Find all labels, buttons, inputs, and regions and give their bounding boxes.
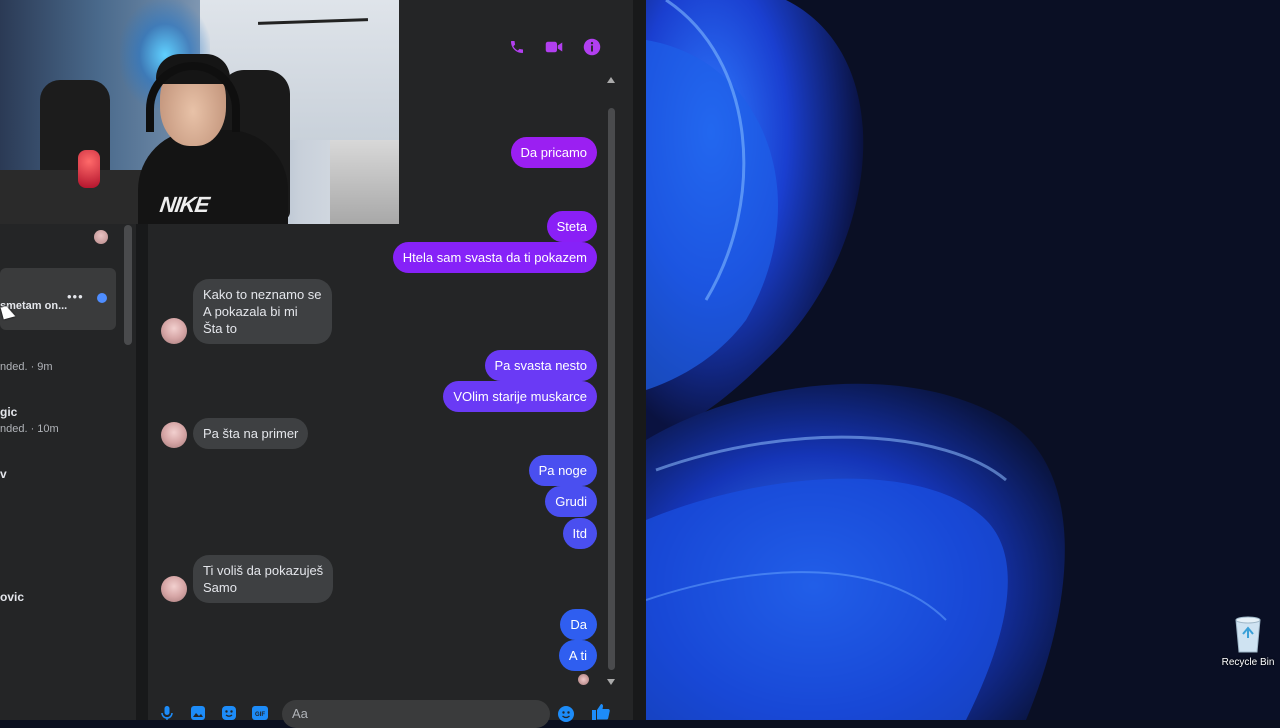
info-icon[interactable] — [583, 38, 601, 56]
video-icon[interactable] — [545, 38, 563, 56]
message-incoming[interactable]: Ti voliš da pokazuješ Samo — [193, 555, 334, 603]
contact-avatar[interactable] — [161, 422, 187, 448]
microphone-icon[interactable] — [160, 706, 174, 720]
conversation-meta: nded. · 9m — [0, 361, 53, 373]
conversation-avatar — [94, 230, 108, 244]
shirt-logo: NIKE — [158, 192, 211, 217]
message-incoming[interactable]: Kako to neznamo se A pokazala bi mi Šta … — [193, 279, 332, 344]
message-line: Kako to neznamo se — [203, 287, 322, 302]
desktop-wallpaper — [646, 0, 1280, 720]
scroll-down-icon[interactable] — [607, 679, 615, 685]
conversation-name[interactable]: gic — [0, 405, 17, 419]
message-incoming[interactable]: Pa šta na primer — [193, 418, 309, 449]
webcam-lamp — [78, 150, 100, 188]
message-outgoing[interactable]: Da — [560, 609, 597, 640]
message-composer[interactable]: Aa — [282, 700, 550, 728]
message-outgoing[interactable]: A ti — [558, 640, 597, 671]
message-line: Samo — [203, 580, 237, 595]
message-outgoing[interactable]: Pa svasta nesto — [484, 350, 597, 381]
window-border — [633, 0, 646, 720]
recycle-bin-icon[interactable] — [1226, 614, 1270, 659]
message-line: Ti voliš da pokazuješ — [203, 563, 324, 578]
phone-icon[interactable] — [508, 38, 526, 56]
scroll-up-icon[interactable] — [607, 77, 615, 83]
wallpaper-bloom — [646, 0, 1280, 720]
contact-avatar[interactable] — [161, 318, 187, 344]
conversation-name[interactable]: v — [0, 467, 7, 481]
chat-scrollbar[interactable] — [608, 108, 615, 670]
webcam-overlay: NIKE — [0, 0, 399, 224]
gif-icon[interactable]: GIF — [252, 706, 268, 720]
message-outgoing[interactable]: Pa noge — [528, 455, 597, 486]
message-outgoing[interactable]: VOlim starije muskarce — [443, 381, 597, 412]
message-input[interactable]: Aa — [292, 706, 308, 721]
message-line: Šta to — [203, 321, 237, 336]
emoji-icon[interactable] — [558, 706, 574, 722]
message-outgoing[interactable]: Steta — [546, 211, 597, 242]
more-options-icon[interactable]: ••• — [67, 289, 84, 304]
svg-text:GIF: GIF — [255, 712, 265, 718]
sticker-icon[interactable] — [222, 706, 236, 720]
sidebar-scrollbar[interactable] — [124, 225, 132, 345]
conversation-name[interactable]: ovic — [0, 590, 24, 604]
contact-avatar[interactable] — [161, 576, 187, 602]
conversation-meta: nded. · 10m — [0, 423, 59, 435]
message-line: A pokazala bi mi — [203, 304, 298, 319]
image-icon[interactable] — [191, 706, 205, 720]
message-outgoing[interactable]: Da pricamo — [510, 137, 597, 168]
message-outgoing[interactable]: Itd — [562, 518, 597, 549]
message-outgoing[interactable]: Htela sam svasta da ti pokazem — [392, 242, 597, 273]
recycle-bin-label[interactable]: Recycle Bin — [1214, 657, 1280, 668]
seen-indicator — [578, 674, 589, 685]
webcam-shelf — [330, 140, 399, 224]
like-icon[interactable] — [592, 704, 610, 720]
unread-indicator — [97, 293, 107, 303]
message-outgoing[interactable]: Grudi — [545, 486, 597, 517]
